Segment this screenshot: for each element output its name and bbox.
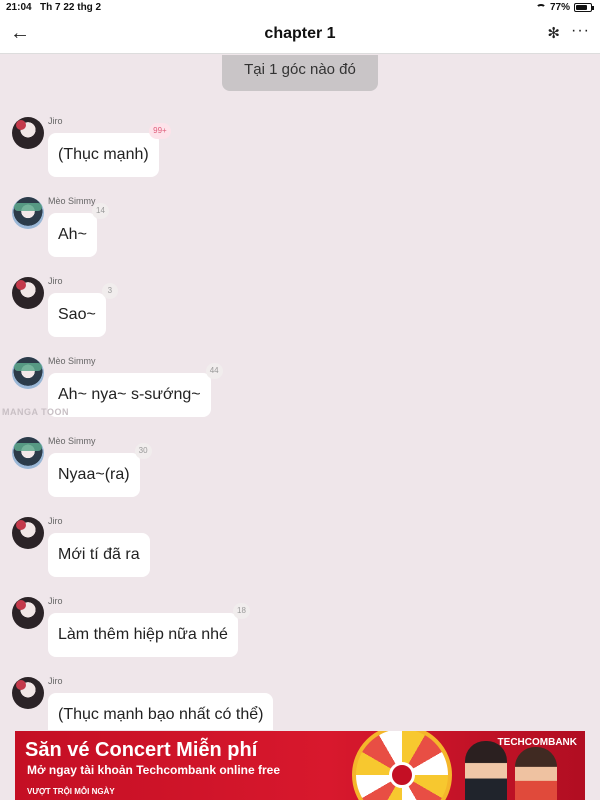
sender-name: Jiro: [48, 676, 63, 686]
watermark: MANGA TOON: [2, 407, 69, 417]
message-text: Sao~: [58, 306, 96, 323]
message-bubble[interactable]: Ah~ 14: [48, 203, 109, 257]
sender-name: Jiro: [48, 516, 63, 526]
status-right: 77%: [535, 2, 594, 13]
ad-brand-logo: TECHCOMBANK: [497, 737, 577, 748]
avatar[interactable]: [12, 437, 44, 469]
avatar[interactable]: [12, 277, 44, 309]
page-title: chapter 1: [264, 25, 336, 42]
message-text: Ah~ nya~ s-sướng~: [58, 386, 201, 403]
nav-bar: ← chapter 1 ✻ ···: [0, 16, 600, 54]
message-item: Mèo Simmy Ah~ nya~ s-sướng~ 44: [12, 353, 572, 425]
comment-count-badge[interactable]: 44: [205, 363, 223, 379]
scene-label: Tại 1 góc nào đó: [222, 55, 378, 91]
message-item: Jiro Làm thêm hiệp nữa nhé 18: [12, 593, 572, 665]
sender-name: Jiro: [48, 596, 63, 606]
sender-name: Mèo Simmy: [48, 356, 96, 366]
message-item: Jiro (Thục mạnh bạo nhất có thể): [12, 673, 572, 730]
message-item: Mèo Simmy Nyaa~(ra) 30: [12, 433, 572, 505]
comment-count-badge[interactable]: 99+: [149, 123, 171, 139]
status-time: 21:04: [6, 2, 32, 13]
avatar[interactable]: [12, 117, 44, 149]
battery-percent: 77%: [549, 2, 570, 13]
sender-name: Jiro: [48, 116, 63, 126]
message-text: Mới tí đã ra: [58, 546, 140, 563]
message-bubble[interactable]: Nyaa~(ra) 30: [48, 443, 152, 497]
message-text: Ah~: [58, 226, 87, 243]
more-options-icon[interactable]: ···: [571, 22, 590, 40]
message-text: (Thục mạnh): [58, 146, 149, 163]
message-item: Jiro Mới tí đã ra: [12, 513, 572, 585]
message-bubble[interactable]: (Thục mạnh bạo nhất có thể): [48, 693, 274, 730]
sender-name: Jiro: [48, 276, 63, 286]
message-bubble[interactable]: Sao~ 3: [48, 283, 118, 337]
avatar[interactable]: [12, 597, 44, 629]
message-text: Làm thêm hiệp nữa nhé: [58, 626, 228, 643]
ad-person-image: [515, 747, 557, 800]
wheel-hub-icon: [389, 762, 415, 788]
comment-count-badge[interactable]: 14: [92, 203, 109, 219]
message-bubble[interactable]: Ah~ nya~ s-sướng~ 44: [48, 363, 223, 417]
sender-name: Mèo Simmy: [48, 196, 96, 206]
message-text: (Thục mạnh bạo nhất có thể): [58, 706, 264, 723]
avatar[interactable]: [12, 517, 44, 549]
gear-icon[interactable]: ✻: [547, 24, 560, 42]
comment-count-badge[interactable]: 18: [233, 603, 250, 619]
message-bubble[interactable]: Mới tí đã ra: [48, 533, 150, 577]
chat-area[interactable]: Tại 1 góc nào đó Jiro (Thục mạnh) 99+ Mè…: [0, 55, 600, 730]
ad-banner[interactable]: Săn vé Concert Miễn phí Mở ngay tài khoả…: [15, 731, 585, 800]
status-date: Th 7 22 thg 2: [40, 2, 102, 13]
avatar[interactable]: [12, 357, 44, 389]
message-bubble[interactable]: Làm thêm hiệp nữa nhé 18: [48, 603, 250, 657]
sender-name: Mèo Simmy: [48, 436, 96, 446]
ad-subtitle: Mở ngay tài khoản Techcombank online fre…: [27, 763, 281, 777]
message-item: Jiro (Thục mạnh) 99+: [12, 113, 572, 185]
wifi-icon: [535, 3, 546, 12]
ad-person-image: [465, 741, 507, 800]
avatar[interactable]: [12, 677, 44, 709]
ad-tagline: VƯỢT TRỘI MỖI NGÀY: [27, 787, 115, 796]
status-bar: 21:04 Th 7 22 thg 2 77%: [0, 0, 600, 16]
comment-count-badge[interactable]: 3: [101, 283, 118, 299]
avatar[interactable]: [12, 197, 44, 229]
battery-icon: [574, 3, 594, 12]
ad-headline: Săn vé Concert Miễn phí: [25, 739, 258, 761]
message-text: Nyaa~(ra): [58, 466, 130, 483]
message-item: Mèo Simmy Ah~ 14: [12, 193, 572, 265]
comment-count-badge[interactable]: 30: [134, 443, 152, 459]
message-bubble[interactable]: (Thục mạnh) 99+: [48, 123, 171, 177]
message-item: Jiro Sao~ 3: [12, 273, 572, 345]
